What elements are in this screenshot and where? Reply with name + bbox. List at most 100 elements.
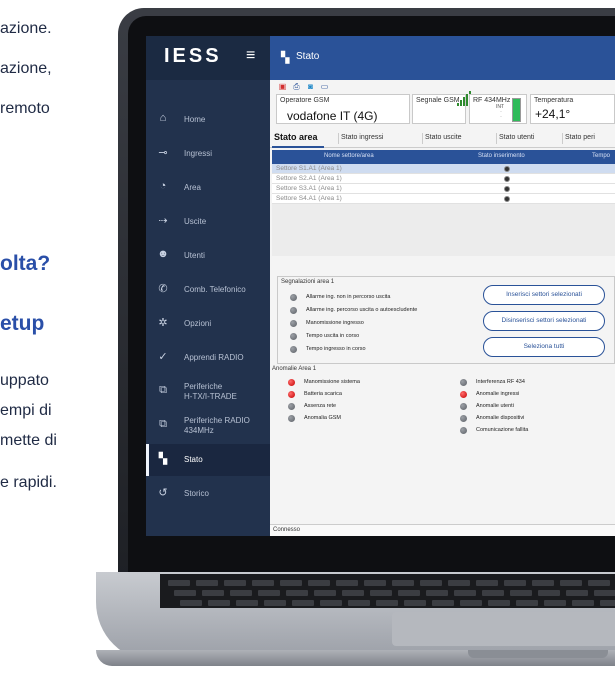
tab-stato-ingressi[interactable]: Stato ingressi	[338, 133, 385, 144]
keyboard-key	[476, 580, 498, 586]
sidebar-item-label: Stato	[184, 455, 203, 464]
stato-icon: ▚	[281, 52, 290, 64]
anomaly-item-label: Assenza rete	[304, 403, 337, 409]
sidebar-item-label: Uscite	[184, 217, 207, 226]
anomaly-item-label: Anomalia GSM	[304, 415, 341, 421]
sidebar-item-label-line1: Periferiche	[184, 382, 223, 391]
sidebar-item-label: Periferiche RADIO 434MHz	[184, 416, 250, 436]
header-bar: ▚ Stato	[270, 36, 615, 80]
sidebar: IESS ≡ ⌂ Home ⊸ Ingressi ◔ Area ⇢ Uscite ☻ Utenti…	[146, 36, 270, 536]
sidebar-item-uscite[interactable]: ⇢ Uscite	[146, 206, 270, 238]
sidebar-item-home[interactable]: ⌂ Home	[146, 104, 270, 136]
keyboard-key	[398, 590, 420, 596]
marketing-text-line: remoto	[0, 100, 50, 117]
page: azione. azione, remoto olta? etup uppato…	[0, 0, 615, 673]
status-led-icon	[290, 320, 297, 327]
keyboard-key	[348, 600, 370, 606]
table-row[interactable]: Settore S3.A1 (Area 1)	[272, 184, 615, 194]
tab-stato-utenti[interactable]: Stato utenti	[496, 133, 536, 144]
sidebar-item-ingressi[interactable]: ⊸ Ingressi	[146, 138, 270, 170]
status-bar: Connesso	[270, 524, 615, 536]
status-led-icon	[290, 307, 297, 314]
check-icon: ✓	[158, 351, 168, 363]
keyboard-key	[392, 580, 414, 586]
keyboard-key	[516, 600, 538, 606]
keyboard-key	[208, 600, 230, 606]
keyboard-key	[544, 600, 566, 606]
keyboard-key	[292, 600, 314, 606]
tab-stato-area[interactable]: Stato area	[272, 132, 320, 143]
keyboard-key	[230, 590, 252, 596]
laptop-keyboard	[160, 574, 615, 608]
table-row[interactable]: Settore S4.A1 (Area 1)	[272, 194, 615, 204]
print-icon[interactable]: ⎙	[292, 82, 301, 91]
sidebar-item-opzioni[interactable]: ✲ Opzioni	[146, 308, 270, 340]
keyboard-key	[566, 590, 588, 596]
keyboard-key	[336, 580, 358, 586]
home-icon: ⌂	[159, 112, 167, 124]
keyboard-key	[532, 580, 554, 586]
sector-name-cell: Settore S3.A1 (Area 1)	[276, 185, 342, 192]
sector-name-cell: Settore S4.A1 (Area 1)	[276, 195, 342, 202]
temperature-box: Temperatura +24,1°	[530, 94, 615, 124]
keyboard-key	[280, 580, 302, 586]
save-icon[interactable]: ▣	[278, 82, 287, 91]
sidebar-item-apprendi-radio[interactable]: ✓ Apprendi RADIO	[146, 342, 270, 374]
sidebar-item-label-line1: Periferiche RADIO	[184, 416, 250, 425]
keyboard-key	[168, 580, 190, 586]
signal-label: Segnale GSM	[416, 97, 460, 104]
keyboard-key	[258, 590, 280, 596]
select-all-button[interactable]: Seleziona tutti	[483, 337, 605, 357]
keyboard-key	[236, 600, 258, 606]
input-icon: ⊸	[158, 147, 168, 159]
network-icon: ⧉	[159, 418, 167, 430]
keyboard-key	[560, 580, 582, 586]
hamburger-icon[interactable]: ≡	[246, 47, 255, 65]
column-header: Tempo	[592, 153, 611, 159]
keyboard-key	[224, 580, 246, 586]
sidebar-item-utenti[interactable]: ☻ Utenti	[146, 240, 270, 272]
table-row[interactable]: Settore S1.A1 (Area 1)	[272, 164, 615, 174]
signal-item-label: Manomissione ingresso	[306, 320, 364, 326]
sidebar-item-stato[interactable]: ▚ Stato	[146, 444, 270, 476]
anomalies-title: Anomalie Area 1	[272, 366, 317, 372]
tab-stato-periferiche[interactable]: Stato peri	[562, 133, 597, 144]
signal-item-label: Allarme ing. percorso uscita o autoesclu…	[306, 307, 418, 313]
keyboard-key	[308, 580, 330, 586]
status-led-icon	[290, 294, 297, 301]
signal-item-label: Allarme ing. non in percorso uscita	[306, 294, 391, 300]
tab-stato-uscite[interactable]: Stato uscite	[422, 133, 464, 144]
status-led-icon	[290, 346, 297, 353]
history-icon: ↺	[158, 487, 168, 499]
table-row[interactable]: Settore S2.A1 (Area 1)	[272, 174, 615, 184]
table-header: Nome settore/area Stato inserimento Temp…	[272, 150, 615, 164]
pie-icon: ◔	[159, 180, 167, 192]
temperature-label: Temperatura	[534, 97, 574, 104]
rf-box: RF 434MHz INT · · ·	[469, 94, 527, 124]
marketing-text-line: uppato	[0, 372, 49, 389]
anomaly-led-icon	[460, 379, 467, 386]
camera-icon[interactable]: ◙	[306, 82, 315, 91]
laptop-notch	[468, 650, 608, 658]
anomaly-item-label: Batteria scarica	[304, 391, 342, 397]
sidebar-item-storico[interactable]: ↺ Storico	[146, 478, 270, 510]
window-icon[interactable]: ▭	[320, 82, 329, 91]
signals-panel: Segnalazioni area 1 Allarme ing. non in …	[277, 276, 615, 364]
anomaly-item-label: Manomissione sistema	[304, 379, 360, 385]
keyboard-key	[264, 600, 286, 606]
sidebar-item-area[interactable]: ◔ Area	[146, 172, 270, 204]
sidebar-item-periferiche-radio-434mhz[interactable]: ⧉ Periferiche RADIO 434MHz	[146, 410, 270, 442]
sidebar-header: IESS ≡	[146, 36, 270, 80]
anomaly-led-icon	[288, 415, 295, 422]
anomaly-led-icon	[460, 415, 467, 422]
rf-label: RF 434MHz	[473, 97, 511, 104]
sector-name-cell: Settore S1.A1 (Area 1)	[276, 165, 342, 172]
phone-icon: ✆	[158, 283, 168, 295]
network-icon: ⧉	[159, 384, 167, 396]
insert-sectors-button[interactable]: Inserisci settori selezionati	[483, 285, 605, 305]
sidebar-item-periferiche-h-tx-i-trade[interactable]: ⧉ Periferiche H-TX/I-TRADE	[146, 376, 270, 408]
table-empty-area	[272, 204, 615, 256]
disinsert-sectors-button[interactable]: Disinserisci settori selezionati	[483, 311, 605, 331]
arm-status-icon	[504, 176, 510, 182]
sidebar-item-comb-telefonico[interactable]: ✆ Comb. Telefonico	[146, 274, 270, 306]
